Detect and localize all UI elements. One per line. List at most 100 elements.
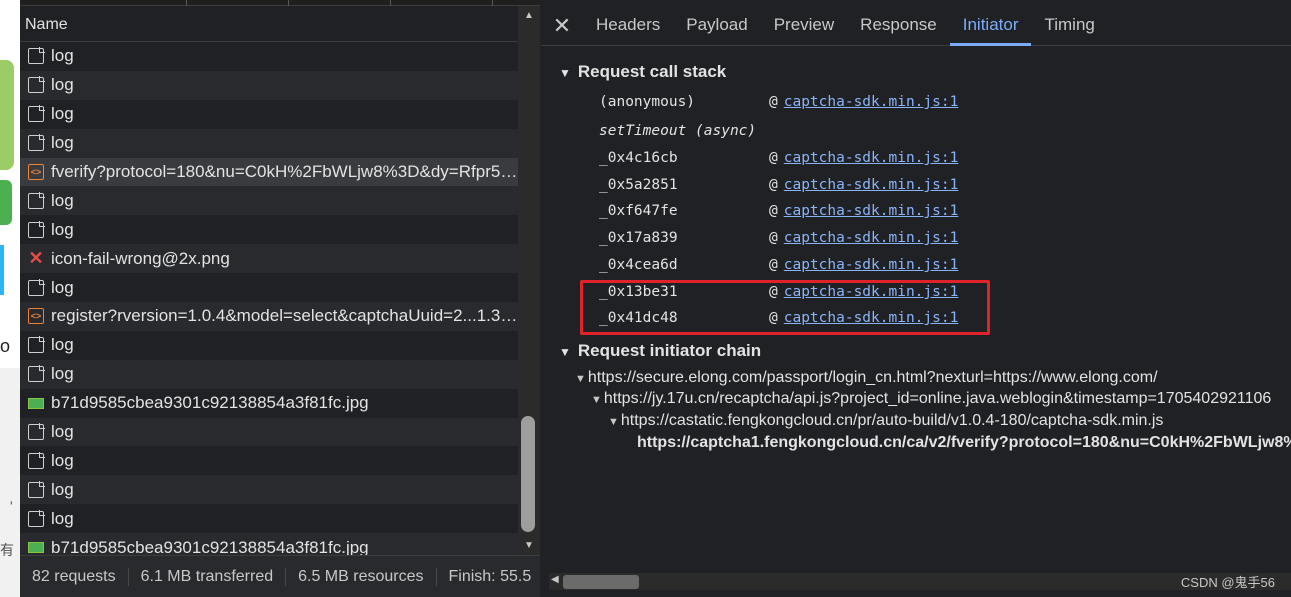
request-row[interactable]: <> register?rversion=1.0.4&model=select&c… xyxy=(20,302,518,331)
request-name: log xyxy=(51,190,74,210)
request-name: log xyxy=(51,104,74,124)
background-text-3: 有 xyxy=(0,542,14,558)
request-name: log xyxy=(51,479,74,499)
frame-source-link[interactable]: captcha-sdk.min.js:1 xyxy=(784,257,959,273)
document-icon xyxy=(28,191,45,209)
request-row[interactable]: ✕ icon-fail-wrong@2x.png xyxy=(20,244,518,274)
document-icon xyxy=(28,480,45,498)
request-row[interactable]: b71d9585cbea9301c92138854a3f81fc.jpg xyxy=(20,533,518,555)
tab-payload[interactable]: Payload xyxy=(673,6,760,46)
tab-response[interactable]: Response xyxy=(847,6,950,46)
triangle-down-icon: ▼ xyxy=(575,373,586,385)
request-row[interactable]: log xyxy=(20,186,518,216)
chain-item-level-0[interactable]: ▼ https://secure.elong.com/passport/login… xyxy=(575,369,1158,387)
frame-function-name: (anonymous) xyxy=(599,94,696,110)
document-icon xyxy=(28,336,45,354)
tab-timing[interactable]: Timing xyxy=(1031,6,1107,46)
details-horizontal-scrollbar[interactable]: ◀ xyxy=(541,567,1291,597)
call-stack-title: Request call stack xyxy=(577,62,727,81)
frame-function-name: _0x5a2851 xyxy=(599,177,678,193)
document-icon xyxy=(28,278,45,296)
request-list-scrollbar[interactable]: ▲ ▼ xyxy=(518,6,540,555)
frame-at-sign: @ xyxy=(769,230,778,246)
resources-size: 6.5 MB resources xyxy=(286,567,437,586)
fetch-icon: <> xyxy=(28,308,44,325)
frame-source-link[interactable]: captcha-sdk.min.js:1 xyxy=(784,203,959,219)
request-name: log xyxy=(51,133,74,153)
frame-function-name: _0xf647fe xyxy=(599,203,678,219)
scroll-down-arrow-icon[interactable]: ▼ xyxy=(524,540,534,551)
frame-source-link[interactable]: captcha-sdk.min.js:1 xyxy=(784,230,959,246)
scrollbar-track[interactable] xyxy=(549,573,1291,590)
tab-preview[interactable]: Preview xyxy=(761,6,847,46)
tab-headers[interactable]: Headers xyxy=(583,6,673,46)
frame-at-sign: @ xyxy=(769,257,778,273)
finish-time: Finish: 55.5 xyxy=(448,567,532,585)
request-row[interactable]: log xyxy=(20,504,518,534)
background-green-shape xyxy=(0,60,14,170)
frame-function-name: _0x4c16cb xyxy=(599,150,678,166)
call-stack-frame: _0xf647fe @ captcha-sdk.min.js:1 xyxy=(599,198,1019,224)
request-name: icon-fail-wrong@2x.png xyxy=(51,248,230,268)
call-stack-frame: _0x17a839 @ captcha-sdk.min.js:1 xyxy=(599,225,1019,251)
frame-source-link[interactable]: captcha-sdk.min.js:1 xyxy=(784,177,959,193)
request-row[interactable]: log xyxy=(20,70,518,100)
request-list: log log log log <> fverify?protocol=180&nu=C0… xyxy=(20,42,518,555)
frame-source-link[interactable]: captcha-sdk.min.js:1 xyxy=(784,150,959,166)
request-row[interactable]: log xyxy=(20,446,518,476)
scrollbar-thumb[interactable] xyxy=(563,575,639,589)
frame-at-sign: @ xyxy=(769,150,778,166)
chain-item-level-2[interactable]: ▼ https://castatic.fengkongcloud.cn/pr/au… xyxy=(608,412,1163,430)
call-stack-frame: (anonymous) @ captcha-sdk.min.js:1 xyxy=(599,89,1019,115)
document-icon xyxy=(28,105,45,123)
chain-item-level-1[interactable]: ▼ https://jy.17u.cn/recaptcha/api.js?proj… xyxy=(591,390,1271,408)
document-icon xyxy=(28,47,45,65)
call-stack-frame: setTimeout (async) xyxy=(599,118,1019,144)
document-icon xyxy=(28,134,45,152)
frame-function-name: setTimeout (async) xyxy=(599,123,757,139)
request-row[interactable]: log xyxy=(20,330,518,360)
call-stack-frame: _0x4c16cb @ captcha-sdk.min.js:1 xyxy=(599,145,1019,171)
request-row[interactable]: log xyxy=(20,417,518,447)
request-row[interactable]: log xyxy=(20,273,518,303)
request-name: log xyxy=(51,46,74,66)
scrollbar-thumb[interactable] xyxy=(521,416,535,532)
watermark: CSDN @鬼手56 xyxy=(1180,575,1275,590)
request-row[interactable]: log xyxy=(20,99,518,129)
close-icon[interactable]: ✕ xyxy=(541,13,583,39)
initiator-chain-title: Request initiator chain xyxy=(577,341,762,360)
request-row[interactable]: log xyxy=(20,359,518,389)
error-icon: ✕ xyxy=(28,248,44,269)
call-stack-frame: _0x4cea6d @ captcha-sdk.min.js:1 xyxy=(599,252,1019,278)
image-icon xyxy=(28,397,44,409)
image-icon xyxy=(28,542,44,554)
document-icon xyxy=(28,220,45,238)
frame-function-name: _0x4cea6d xyxy=(599,257,678,273)
initiator-chain-section-header[interactable]: ▼ Request initiator chain xyxy=(559,341,761,361)
request-name: log xyxy=(51,422,74,442)
request-row[interactable]: <> fverify?protocol=180&nu=C0kH%2FbWLjw8%… xyxy=(20,157,518,187)
request-row[interactable]: log xyxy=(20,128,518,158)
frame-at-sign: @ xyxy=(769,177,778,193)
request-name: log xyxy=(51,277,74,297)
highlight-box xyxy=(580,280,990,335)
tab-initiator[interactable]: Initiator xyxy=(949,6,1032,46)
request-count: 82 requests xyxy=(20,567,129,586)
request-row[interactable]: log xyxy=(20,215,518,245)
frame-source-link[interactable]: captcha-sdk.min.js:1 xyxy=(784,94,959,110)
triangle-down-icon: ▼ xyxy=(608,416,619,428)
request-name: log xyxy=(51,508,74,528)
triangle-down-icon: ▼ xyxy=(559,345,571,359)
request-row[interactable]: b71d9585cbea9301c92138854a3f81fc.jpg xyxy=(20,388,518,418)
request-name: b71d9585cbea9301c92138854a3f81fc.jpg xyxy=(51,393,369,413)
request-row[interactable]: log xyxy=(20,42,518,71)
scroll-left-arrow-icon[interactable]: ◀ xyxy=(551,574,559,585)
background-blue-shape xyxy=(0,245,4,295)
name-column-header[interactable]: Name xyxy=(20,6,518,42)
call-stack-section-header[interactable]: ▼ Request call stack xyxy=(559,62,726,82)
background-gray-area xyxy=(0,368,20,597)
request-row[interactable]: log xyxy=(20,475,518,505)
chain-item-current[interactable]: https://captcha1.fengkongcloud.cn/ca/v2/… xyxy=(637,434,1291,452)
scroll-up-arrow-icon[interactable]: ▲ xyxy=(524,10,534,21)
request-name: log xyxy=(51,450,74,470)
